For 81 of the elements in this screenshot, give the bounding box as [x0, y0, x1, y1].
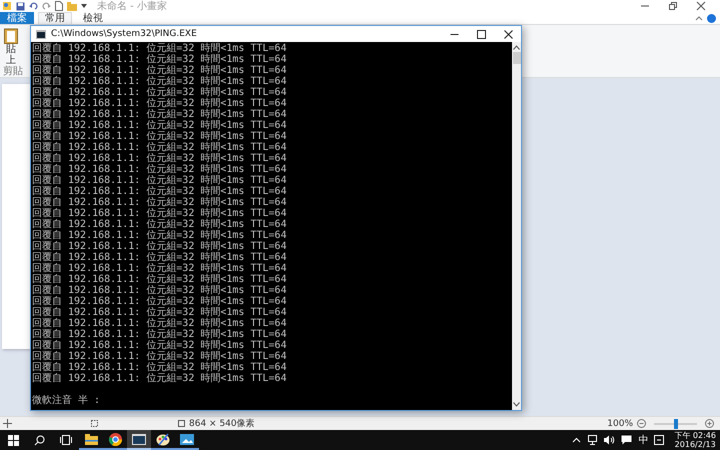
- redo-icon[interactable]: [42, 2, 51, 10]
- window-title: C:\Windows\System32\PING.EXE: [51, 29, 197, 39]
- console-line: 回覆自 192.168.1.1: 位元組=32 時間<1ms TTL=64: [32, 43, 288, 54]
- zoom-in-icon[interactable]: [705, 419, 714, 428]
- zoom-out-icon[interactable]: [637, 419, 646, 428]
- ribbon-tab[interactable]: 檔案: [0, 12, 34, 24]
- console-line: 回覆自 192.168.1.1: 位元組=32 時間<1ms TTL=64: [32, 208, 288, 219]
- notification-icon[interactable]: [621, 435, 632, 445]
- console-line: 回覆自 192.168.1.1: 位元組=32 時間<1ms TTL=64: [32, 241, 288, 252]
- console-line: 回覆自 192.168.1.1: 位元組=32 時間<1ms TTL=64: [32, 296, 288, 307]
- speaker-icon[interactable]: [604, 435, 616, 445]
- picture-icon: [180, 434, 194, 444]
- console-line: 回覆自 192.168.1.1: 位元組=32 時間<1ms TTL=64: [32, 329, 288, 340]
- console-line: 回覆自 192.168.1.1: 位元組=32 時間<1ms TTL=64: [32, 285, 288, 296]
- console-line: 回覆自 192.168.1.1: 位元組=32 時間<1ms TTL=64: [32, 219, 288, 230]
- console-line: 回覆自 192.168.1.1: 位元組=32 時間<1ms TTL=64: [32, 164, 288, 175]
- keyboard-icon[interactable]: [654, 435, 664, 445]
- canvas-size-icon: [177, 419, 186, 428]
- ribbon-tab[interactable]: 常用: [38, 12, 72, 24]
- paint-app-icon: [2, 1, 12, 11]
- selection-size-icon: [90, 419, 99, 428]
- chevron-up-icon[interactable]: [572, 437, 582, 443]
- group-label: 剪貼: [3, 64, 23, 78]
- console-line: 回覆自 192.168.1.1: 位元組=32 時間<1ms TTL=64: [32, 65, 288, 76]
- console-line: 回覆自 192.168.1.1: 位元組=32 時間<1ms TTL=64: [32, 120, 288, 131]
- console-line: 回覆自 192.168.1.1: 位元組=32 時間<1ms TTL=64: [32, 230, 288, 241]
- console-line: 回覆自 192.168.1.1: 位元組=32 時間<1ms TTL=64: [32, 98, 288, 109]
- close-icon[interactable]: [696, 1, 706, 11]
- search-icon[interactable]: [34, 434, 45, 446]
- console-line: 回覆自 192.168.1.1: 位元組=32 時間<1ms TTL=64: [32, 142, 288, 153]
- save-icon[interactable]: [16, 2, 25, 10]
- input-method-indicator[interactable]: 中: [638, 433, 648, 447]
- console-line: 回覆自 192.168.1.1: 位元組=32 時間<1ms TTL=64: [32, 54, 288, 65]
- console-line: 回覆自 192.168.1.1: 位元組=32 時間<1ms TTL=64: [32, 109, 288, 120]
- console-line: 回覆自 192.168.1.1: 位元組=32 時間<1ms TTL=64: [32, 186, 288, 197]
- console-line: 回覆自 192.168.1.1: 位元組=32 時間<1ms TTL=64: [32, 197, 288, 208]
- console-line: 回覆自 192.168.1.1: 位元組=32 時間<1ms TTL=64: [32, 351, 288, 362]
- console-line: 回覆自 192.168.1.1: 位元組=32 時間<1ms TTL=64: [32, 362, 288, 373]
- palette-icon: [156, 432, 170, 446]
- undo-icon[interactable]: [29, 2, 38, 10]
- console-line: 回覆自 192.168.1.1: 位元組=32 時間<1ms TTL=64: [32, 252, 288, 263]
- clipboard-icon: [4, 27, 18, 44]
- clock-time[interactable]: 下午 02:46: [674, 431, 716, 440]
- console-line: 回覆自 192.168.1.1: 位元組=32 時間<1ms TTL=64: [32, 263, 288, 274]
- cursor-position-icon: [3, 419, 12, 428]
- taskbar-app-button[interactable]: [127, 430, 151, 450]
- console-line: 回覆自 192.168.1.1: 位元組=32 時間<1ms TTL=64: [32, 175, 288, 186]
- ime-status-line: 微軟注音 半 :: [32, 395, 102, 406]
- console-line: 回覆自 192.168.1.1: 位元組=32 時間<1ms TTL=64: [32, 87, 288, 98]
- console-line: 回覆自 192.168.1.1: 位元組=32 時間<1ms TTL=64: [32, 131, 288, 142]
- task-view-icon[interactable]: [60, 435, 72, 445]
- scroll-down-icon[interactable]: [513, 402, 520, 407]
- network-icon[interactable]: [587, 435, 598, 445]
- scrollbar-thumb[interactable]: [512, 52, 520, 64]
- console-line: 回覆自 192.168.1.1: 位元組=32 時間<1ms TTL=64: [32, 373, 288, 384]
- scroll-up-icon[interactable]: [513, 45, 520, 50]
- browser-icon: [108, 432, 122, 446]
- new-page-icon[interactable]: [55, 1, 63, 11]
- console-line: 回覆自 192.168.1.1: 位元組=32 時間<1ms TTL=64: [32, 318, 288, 329]
- paste-button[interactable]: 貼上: [3, 27, 19, 66]
- close-icon[interactable]: [504, 30, 513, 38]
- clock-date[interactable]: 2016/2/13: [674, 440, 716, 449]
- console-line: 回覆自 192.168.1.1: 位元組=32 時間<1ms TTL=64: [32, 340, 288, 351]
- scrollbar[interactable]: [512, 42, 521, 410]
- console-line: 回覆自 192.168.1.1: 位元組=32 時間<1ms TTL=64: [32, 274, 288, 285]
- console-line: 回覆自 192.168.1.1: 位元組=32 時間<1ms TTL=64: [32, 153, 288, 164]
- start-icon[interactable]: [8, 434, 19, 446]
- collapse-ribbon-icon[interactable]: [695, 15, 703, 21]
- maximize-icon[interactable]: [477, 30, 486, 38]
- restore-icon[interactable]: [668, 1, 678, 11]
- canvas-size: 864 × 540像素: [189, 418, 255, 430]
- folder-icon: [84, 434, 98, 444]
- slider-thumb[interactable]: [674, 418, 678, 428]
- console-app-icon: [36, 30, 46, 38]
- console-line: 回覆自 192.168.1.1: 位元組=32 時間<1ms TTL=64: [32, 76, 288, 87]
- console-icon: [132, 434, 146, 444]
- zoom-percent: 100%: [607, 418, 633, 428]
- console-line: 回覆自 192.168.1.1: 位元組=32 時間<1ms TTL=64: [32, 307, 288, 318]
- dropdown-caret-icon[interactable]: [81, 4, 87, 8]
- window-title: 未命名 - 小畫家: [97, 0, 167, 12]
- help-icon[interactable]: [707, 14, 716, 22]
